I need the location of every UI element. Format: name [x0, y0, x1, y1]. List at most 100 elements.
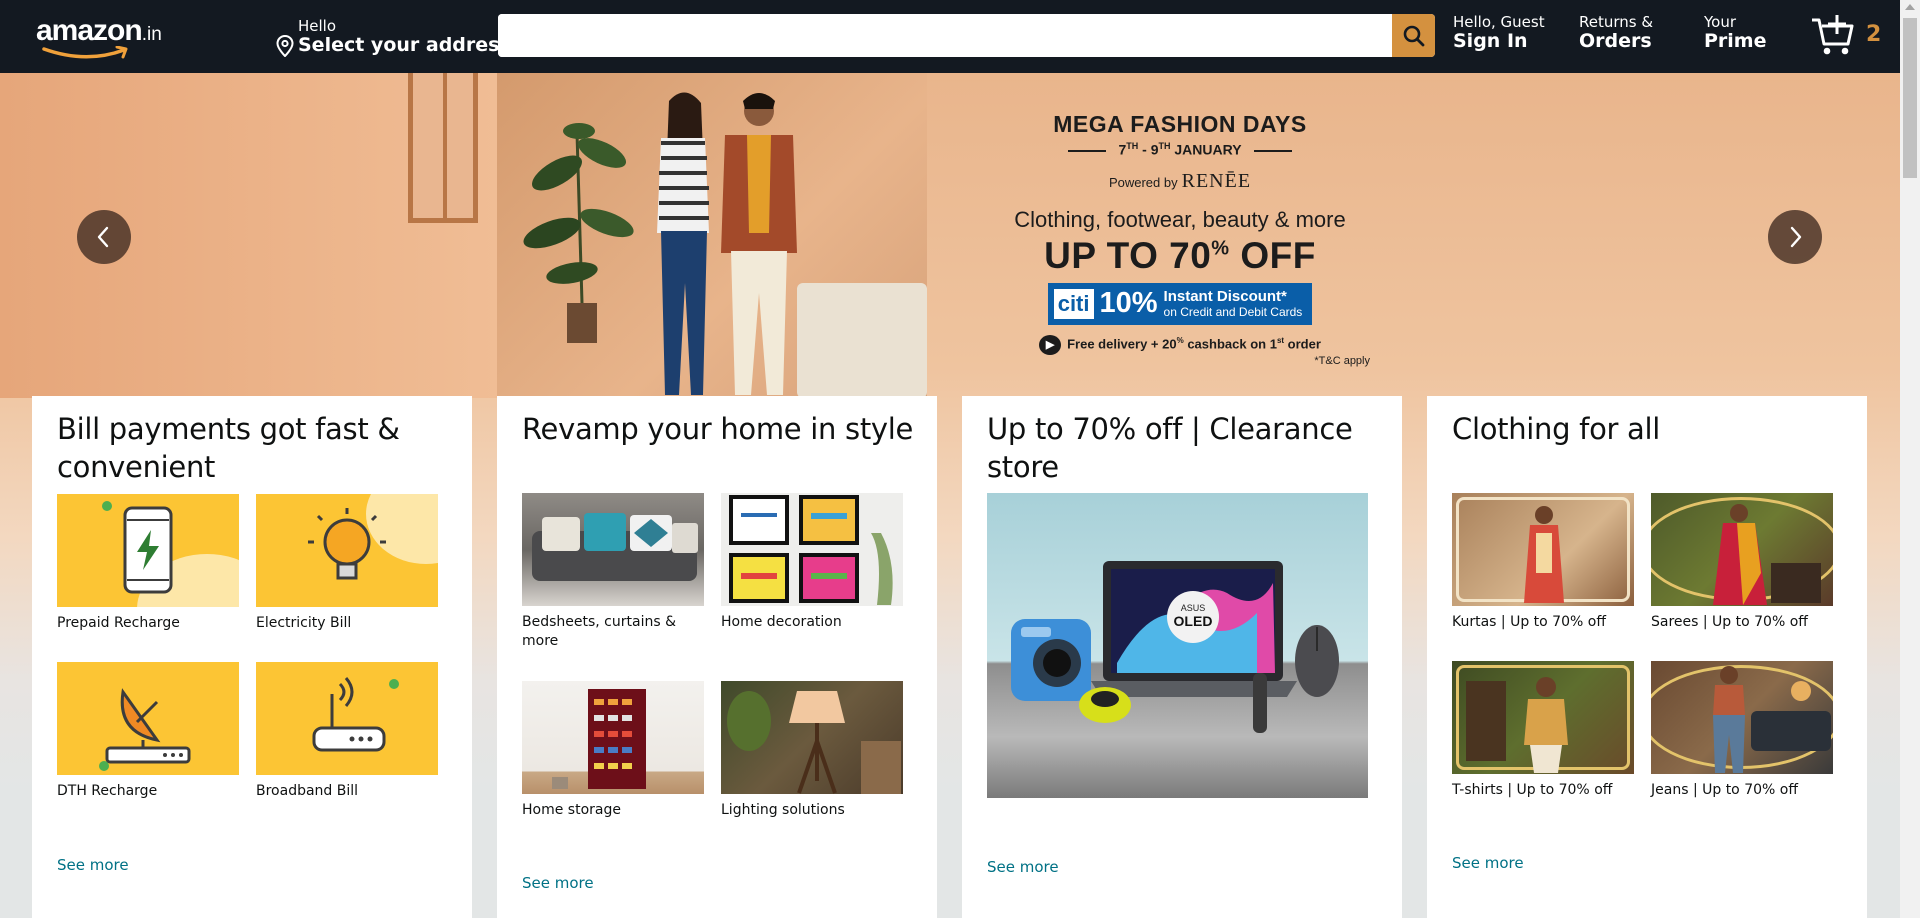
cart-button[interactable]: 2 [1810, 12, 1890, 60]
account-signin-link[interactable]: Hello, Guest Sign In [1453, 13, 1545, 52]
prime-text: Prime [1704, 30, 1767, 52]
tile-label: Jeans | Up to 70% off [1651, 782, 1798, 798]
see-more-link[interactable]: See more [987, 858, 1059, 876]
scrollbar-thumb[interactable] [1903, 18, 1917, 178]
powered-by-text: Powered by RENĒE [1108, 169, 1252, 192]
male-model-image [721, 93, 797, 395]
tile-label: Bedsheets, curtains & more [522, 614, 676, 649]
tile-label: T-shirts | Up to 70% off [1452, 782, 1613, 798]
oled-label: OLED [1174, 613, 1213, 629]
card-bill-payments: Bill payments got fast & convenient Prep… [32, 396, 472, 918]
returns-text: Returns & [1579, 13, 1654, 31]
tile-label: Home decoration [721, 614, 842, 630]
tile-label: Lighting solutions [721, 802, 845, 818]
carousel-next-button[interactable] [1768, 210, 1822, 264]
clearance-electronics-image[interactable]: ASUS OLED [987, 493, 1368, 798]
tnc-text: *T&C apply [1314, 354, 1370, 367]
hero-dates: 7TH - 9TH JANUARY [980, 141, 1380, 158]
citi-offer-line2: on Credit and Debit Cards [1163, 305, 1303, 320]
plant-image [523, 123, 634, 343]
top-nav-bar: amazon.in Hello Select your address Hell… [0, 0, 1900, 73]
address-hello-text: Hello [298, 17, 337, 35]
tile-broadband-bill[interactable]: Broadband Bill [256, 662, 438, 801]
search-button[interactable] [1392, 14, 1435, 57]
lighting-solutions-image [721, 681, 903, 794]
page-scrollbar[interactable] [1900, 0, 1920, 918]
router-icon [312, 677, 399, 752]
card-title: Bill payments got fast & convenient [57, 412, 400, 484]
tile-dth-recharge[interactable]: DTH Recharge [57, 662, 239, 801]
search-input[interactable] [498, 14, 1393, 57]
dth-recharge-image [57, 662, 239, 775]
hero-window-image [408, 73, 478, 223]
scroll-up-arrow-icon[interactable] [1905, 4, 1915, 10]
see-more-link[interactable]: See more [1452, 854, 1524, 872]
tile-kurtas[interactable]: Kurtas | Up to 70% off [1452, 493, 1634, 632]
kurtas-image [1452, 493, 1634, 606]
hero-subtitle: Clothing, footwear, beauty & more [1014, 206, 1346, 232]
cart-icon [1812, 15, 1854, 55]
card-clothing-for-all: Clothing for all Kurtas | Up to 70% off … [1427, 396, 1867, 918]
search-bar [498, 14, 1435, 57]
carousel-prev-button[interactable] [77, 210, 131, 264]
tile-label: Kurtas | Up to 70% off [1452, 614, 1606, 630]
tile-home-decoration[interactable]: Home decoration [721, 493, 903, 632]
hero-models-image[interactable] [497, 73, 927, 398]
amazon-logo[interactable]: amazon.in [36, 14, 186, 60]
citi-offer-line1: Instant Discount* [1163, 288, 1287, 306]
citi-logo: citi [1053, 288, 1094, 319]
your-prime-link[interactable]: Your Prime [1704, 13, 1767, 52]
card-home-style: Revamp your home in style Bedsheets, cur… [497, 396, 937, 918]
home-decoration-image [721, 493, 903, 606]
chevron-left-icon [97, 226, 109, 248]
electricity-bill-image [256, 494, 438, 607]
hero-offer-text: UP TO 70% OFF [1044, 234, 1316, 276]
card-title: Up to 70% off | Clearance store [987, 412, 1353, 484]
home-storage-image [522, 681, 704, 794]
search-icon [1403, 25, 1424, 46]
sarees-image [1651, 493, 1833, 606]
tile-home-storage[interactable]: Home storage [522, 681, 704, 820]
tile-label: Sarees | Up to 70% off [1651, 614, 1808, 630]
tile-jeans[interactable]: Jeans | Up to 70% off [1651, 661, 1833, 800]
female-model-image [657, 92, 709, 395]
logo-wordmark: amazon.in [36, 14, 162, 47]
dish-antenna-icon [99, 688, 191, 771]
asus-label: ASUS [1181, 603, 1206, 613]
prime-your-text: Your [1704, 13, 1737, 31]
see-more-link[interactable]: See more [522, 874, 594, 892]
signin-text: Sign In [1453, 30, 1528, 52]
jeans-image [1651, 661, 1833, 774]
see-more-link[interactable]: See more [57, 856, 129, 874]
logo-smile-icon [42, 46, 128, 59]
bulb-icon [308, 508, 386, 580]
chevron-right-icon [1790, 226, 1802, 248]
phone-bolt-icon [102, 501, 173, 594]
renee-logo: RENĒE [1181, 169, 1252, 192]
account-hello-text: Hello, Guest [1453, 13, 1545, 31]
broadband-bill-image [256, 662, 438, 775]
bedsheets-image [522, 493, 704, 606]
truck-icon: ▶ [1039, 334, 1062, 355]
tile-label: DTH Recharge [57, 783, 158, 799]
card-clearance-store: Up to 70% off | Clearance store ASUS OLE… [962, 396, 1402, 918]
tile-tshirts[interactable]: T-shirts | Up to 70% off [1452, 661, 1634, 800]
prepaid-recharge-image [57, 494, 239, 607]
tile-label: Home storage [522, 802, 621, 818]
card-title: Revamp your home in style [522, 412, 914, 446]
tile-label: Prepaid Recharge [57, 615, 180, 631]
hero-promo-panel[interactable]: MEGA FASHION DAYS 7TH - 9TH JANUARY Powe… [980, 111, 1380, 391]
tile-bedsheets[interactable]: Bedsheets, curtains & more [522, 493, 704, 651]
tile-label: Electricity Bill [256, 615, 352, 631]
card-title: Clothing for all [1452, 412, 1661, 446]
tile-electricity-bill[interactable]: Electricity Bill [256, 494, 438, 633]
select-address-text: Select your address [298, 34, 511, 56]
hero-wall-background [0, 73, 497, 398]
returns-orders-link[interactable]: Returns & Orders [1579, 13, 1653, 52]
tile-prepaid-recharge[interactable]: Prepaid Recharge [57, 494, 239, 633]
delivery-offer-text: ▶ Free delivery + 20% cashback on 1st ord… [980, 334, 1380, 355]
orders-text: Orders [1579, 30, 1652, 52]
tile-lighting-solutions[interactable]: Lighting solutions [721, 681, 903, 820]
tile-sarees[interactable]: Sarees | Up to 70% off [1651, 493, 1833, 632]
armchair-image [797, 283, 927, 398]
